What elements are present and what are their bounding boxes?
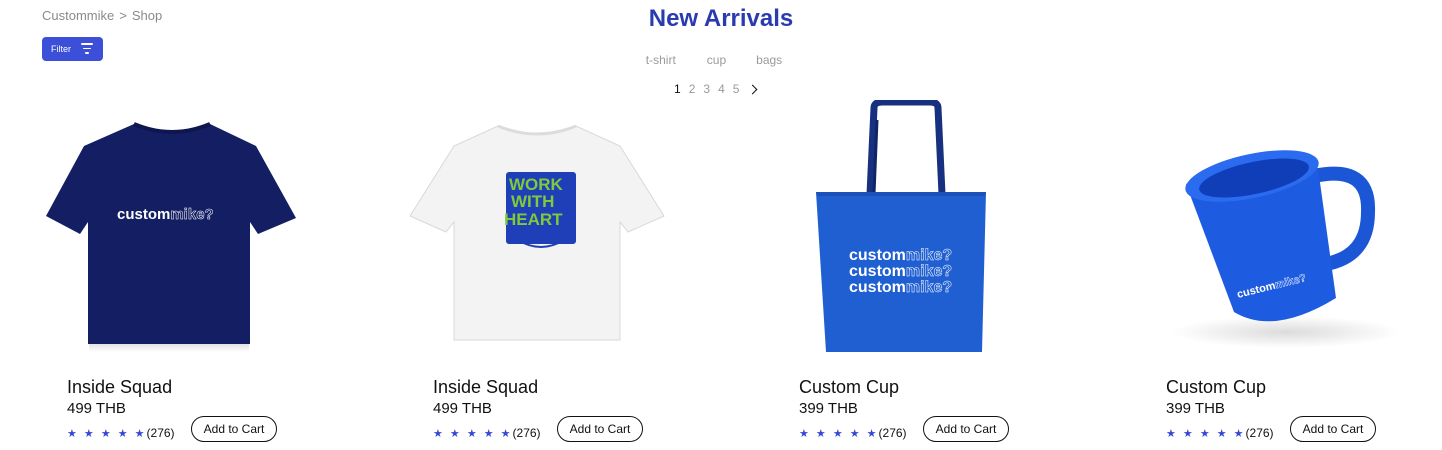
page-3[interactable]: 3 (703, 82, 710, 96)
add-to-cart-button[interactable]: Add to Cart (191, 416, 277, 442)
page-4[interactable]: 4 (718, 82, 725, 96)
product-price: 499 THB (67, 400, 126, 417)
review-count: (276) (512, 426, 541, 440)
product-image-navy-tshirt[interactable]: custommike? (44, 118, 300, 358)
brand-text: custommike? (849, 247, 952, 264)
brand-text: custommike? (849, 263, 952, 280)
shirt-print-line3: HEART (504, 210, 563, 229)
review-count: (276) (1245, 426, 1274, 440)
page-5[interactable]: 5 (733, 82, 740, 96)
review-count: (276) (878, 426, 907, 440)
product-image-white-tshirt[interactable]: WORK WITH HEART (406, 122, 668, 348)
brand-text: custommike? (849, 279, 952, 296)
add-to-cart-button[interactable]: Add to Cart (923, 416, 1009, 442)
tab-t-shirt[interactable]: t-shirt (646, 53, 676, 67)
star-rating-icons: ★ ★ ★ ★ ★ (433, 428, 513, 440)
product-rating: ★ ★ ★ ★ ★(276) (799, 426, 907, 440)
product-image-tote-bag[interactable]: custommike? custommike? custommike? (814, 100, 990, 356)
product-price: 399 THB (799, 400, 858, 417)
product-rating: ★ ★ ★ ★ ★(276) (67, 426, 175, 440)
category-tabs: t-shirt cup bags (0, 53, 1442, 67)
shirt-print-line2: WITH (511, 192, 554, 211)
star-rating-icons: ★ ★ ★ ★ ★ (799, 428, 879, 440)
star-rating-icons: ★ ★ ★ ★ ★ (1166, 428, 1246, 440)
brand-text: custommike? (117, 206, 214, 223)
page-1[interactable]: 1 (674, 82, 681, 96)
add-to-cart-button[interactable]: Add to Cart (557, 416, 643, 442)
product-name[interactable]: Custom Cup (799, 377, 899, 398)
page-2[interactable]: 2 (689, 82, 696, 96)
product-price: 399 THB (1166, 400, 1225, 417)
chevron-right-icon[interactable] (747, 84, 758, 95)
page-title: New Arrivals (648, 5, 794, 32)
pagination: 1 2 3 4 5 (674, 82, 758, 96)
product-name[interactable]: Inside Squad (433, 377, 538, 398)
product-price: 499 THB (433, 400, 492, 417)
star-rating-icons: ★ ★ ★ ★ ★ (67, 428, 147, 440)
product-image-mug[interactable]: custommike? (1166, 140, 1416, 350)
product-name[interactable]: Custom Cup (1166, 377, 1266, 398)
add-to-cart-button[interactable]: Add to Cart (1290, 416, 1376, 442)
tab-bags[interactable]: bags (756, 53, 782, 67)
product-name[interactable]: Inside Squad (67, 377, 172, 398)
tab-cup[interactable]: cup (707, 53, 726, 67)
review-count: (276) (146, 426, 175, 440)
product-rating: ★ ★ ★ ★ ★(276) (1166, 426, 1274, 440)
product-rating: ★ ★ ★ ★ ★(276) (433, 426, 541, 440)
